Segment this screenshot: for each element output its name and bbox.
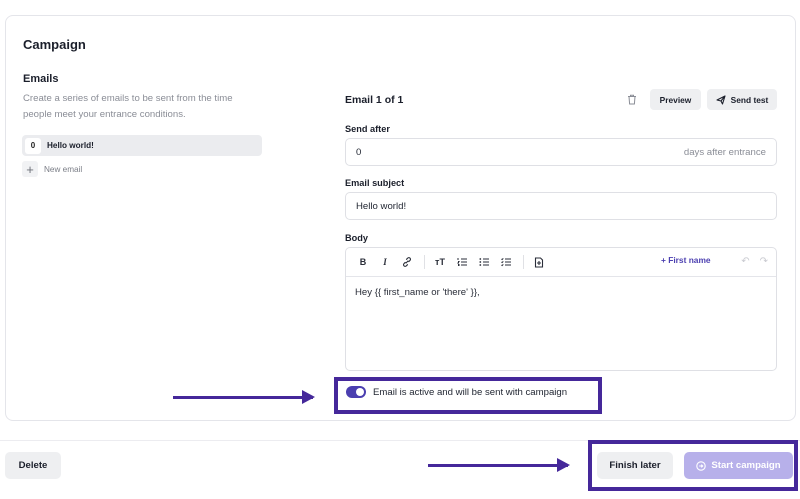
- emails-section-title: Emails: [23, 73, 59, 85]
- undo-icon[interactable]: ↶: [741, 256, 749, 267]
- ordered-list-icon: [457, 258, 467, 266]
- start-icon: [696, 460, 707, 471]
- send-after-value: 0: [356, 146, 362, 158]
- page-title: Campaign: [23, 37, 86, 52]
- redo-icon[interactable]: ↷: [760, 256, 768, 267]
- editor-toolbar: B I тT + First name ↶ ↷: [346, 248, 776, 277]
- send-icon: [716, 94, 726, 105]
- editor-content[interactable]: Hey {{ first_name or 'there' }},: [346, 277, 776, 308]
- new-email-label: New email: [44, 164, 83, 174]
- send-test-button[interactable]: Send test: [707, 89, 777, 110]
- body-editor[interactable]: B I тT + First name ↶ ↷ Hey {{first_nam…: [345, 247, 777, 371]
- insert-icon: [534, 256, 544, 268]
- link-icon: [403, 257, 411, 267]
- email-list-item[interactable]: 0 Hello world!: [22, 135, 262, 156]
- link-button[interactable]: [400, 255, 414, 269]
- email-subject-input[interactable]: Hello world!: [345, 192, 777, 220]
- start-campaign-button[interactable]: Start campaign: [684, 452, 793, 479]
- annotation-highlight-toggle: [334, 377, 602, 414]
- insert-first-name-button[interactable]: + First name: [661, 255, 711, 265]
- send-after-label: Send after: [345, 124, 390, 134]
- emails-description: Create a series of emails to be sent fro…: [23, 93, 233, 120]
- send-after-input[interactable]: 0 days after entrance: [345, 138, 777, 166]
- insert-button[interactable]: [532, 255, 546, 269]
- body-label: Body: [345, 233, 368, 243]
- email-header: Email 1 of 1: [345, 94, 404, 106]
- toolbar-divider: [523, 255, 524, 269]
- ordered-list-button[interactable]: [455, 255, 469, 269]
- delete-email-button[interactable]: [619, 89, 645, 110]
- email-subject-label: Email subject: [345, 178, 405, 188]
- bullet-list-icon: [479, 258, 489, 266]
- annotation-arrow: [428, 458, 570, 472]
- bullet-list-button[interactable]: [477, 255, 491, 269]
- undo-redo-group: ↶ ↷: [741, 256, 768, 267]
- text-size-button[interactable]: тT: [433, 255, 447, 269]
- email-number-badge: 0: [25, 137, 41, 154]
- annotation-arrow: [173, 390, 315, 404]
- bold-button[interactable]: B: [356, 255, 370, 269]
- checklist-button[interactable]: [499, 255, 513, 269]
- email-list-item-name: Hello world!: [47, 141, 94, 150]
- delete-campaign-button[interactable]: Delete: [5, 452, 61, 479]
- checklist-icon: [501, 258, 511, 267]
- finish-later-button[interactable]: Finish later: [597, 452, 673, 479]
- preview-button[interactable]: Preview: [650, 89, 701, 110]
- send-test-label: Send test: [730, 94, 769, 105]
- new-email-button[interactable]: + New email: [22, 160, 82, 178]
- email-subject-value: Hello world!: [356, 200, 407, 212]
- send-after-suffix: days after entrance: [683, 146, 766, 158]
- trash-icon: [628, 94, 636, 105]
- plus-icon: +: [22, 161, 38, 177]
- italic-button[interactable]: I: [378, 255, 392, 269]
- toolbar-divider: [424, 255, 425, 269]
- start-campaign-label: Start campaign: [711, 460, 781, 471]
